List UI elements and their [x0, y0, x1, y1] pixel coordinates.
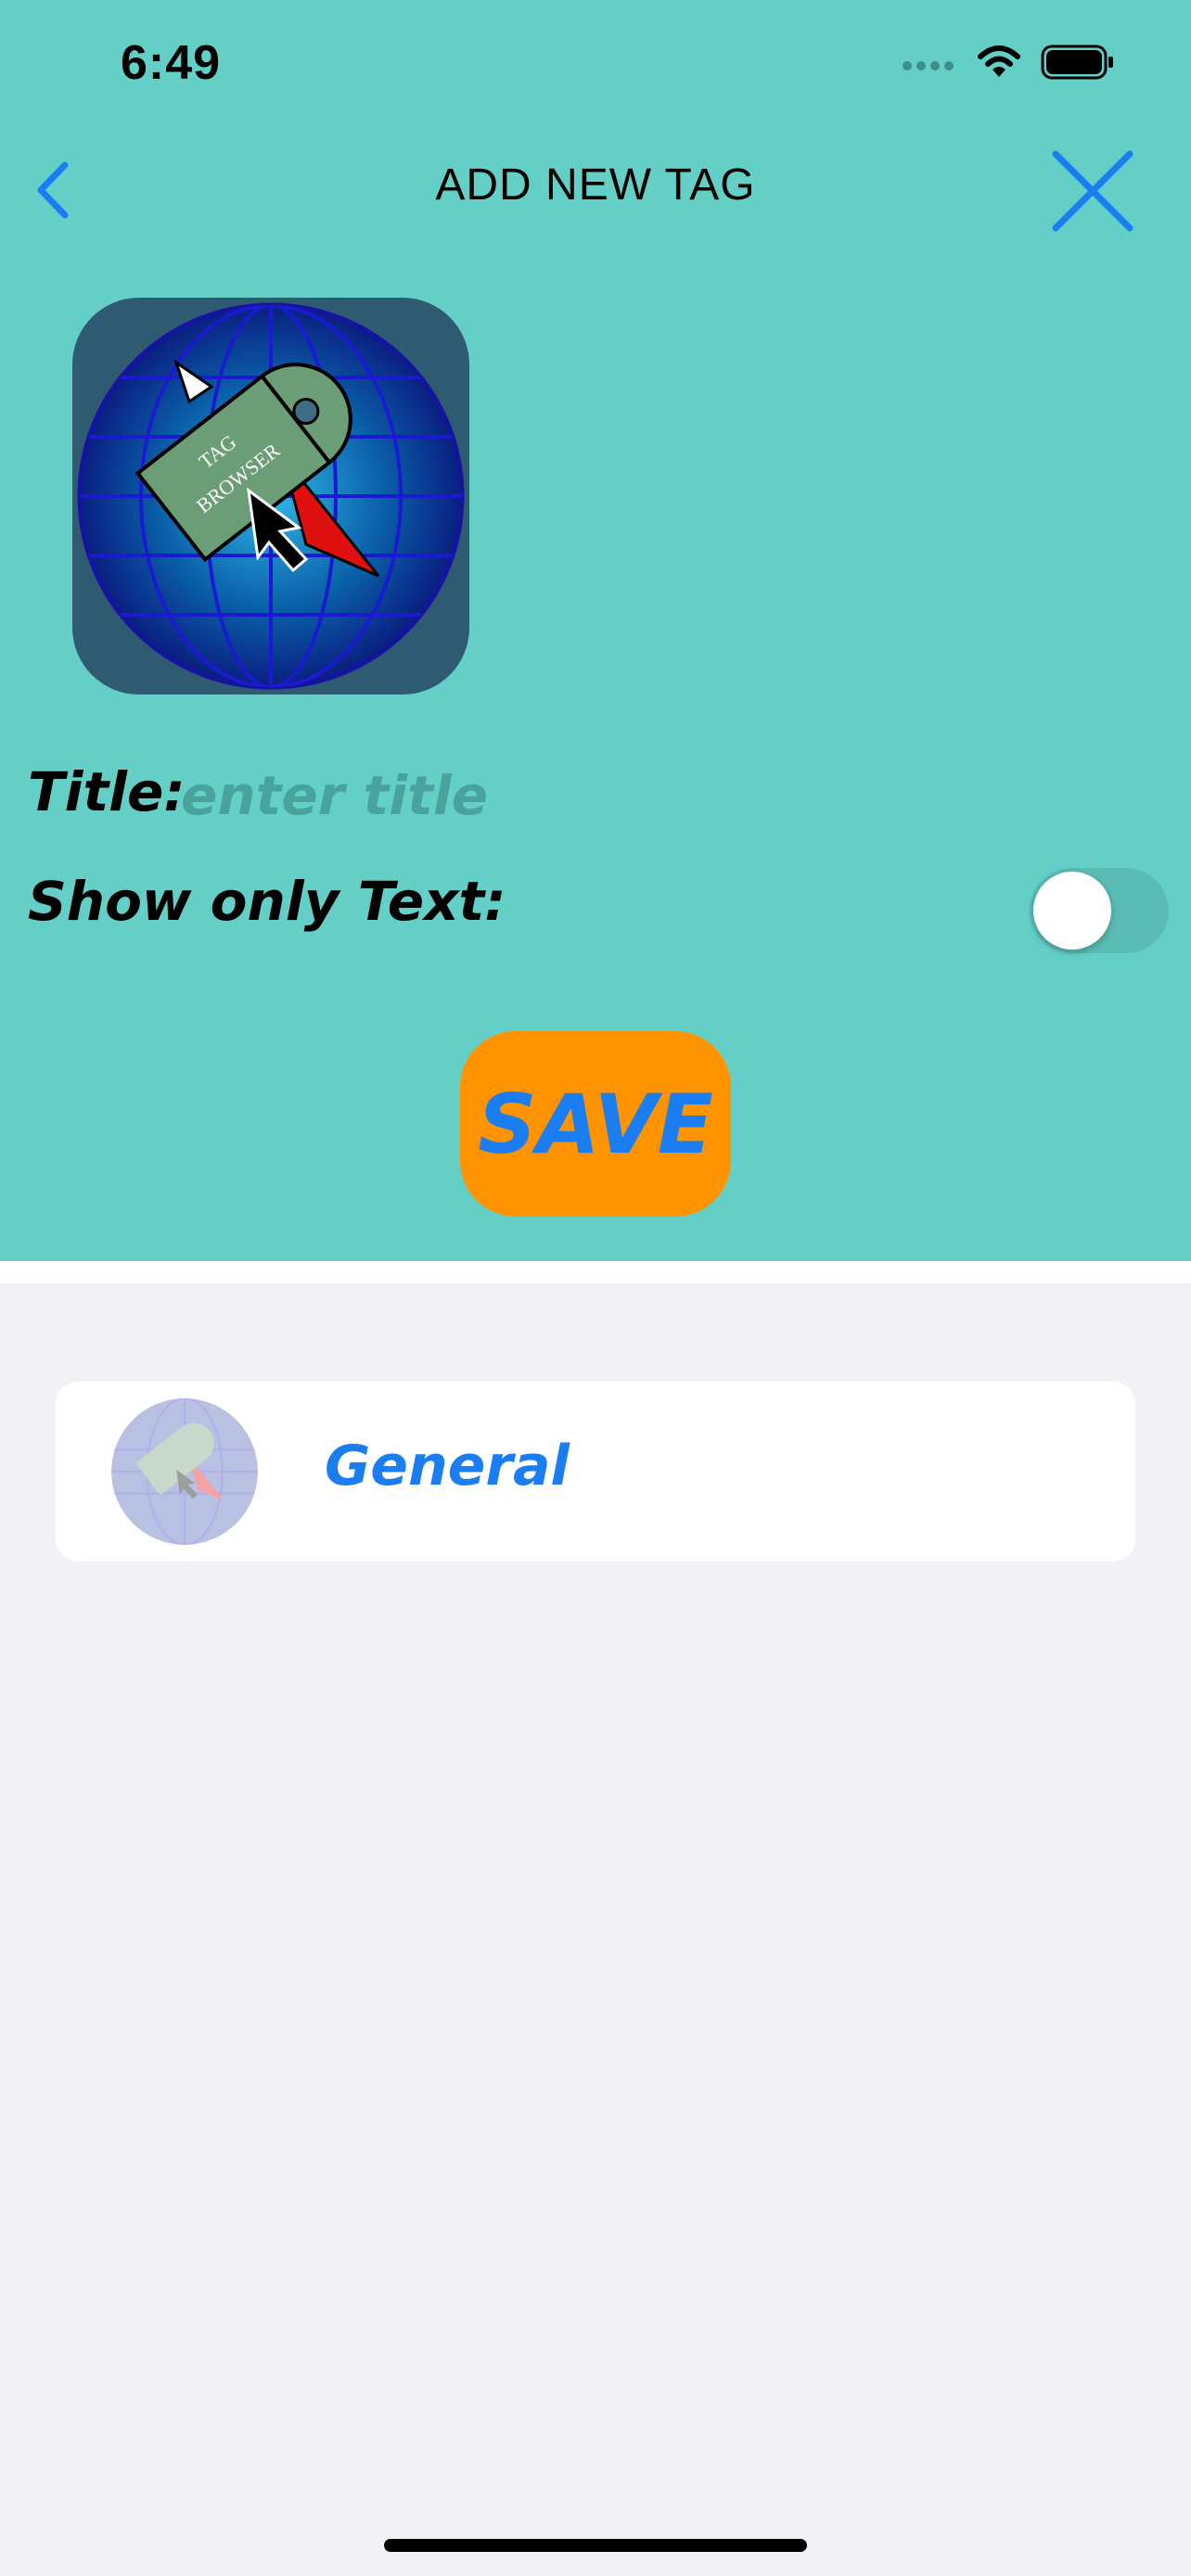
battery-icon	[1041, 45, 1113, 80]
title-label: Title:	[28, 760, 186, 823]
tag-image-button[interactable]: TAG BROWSER	[72, 298, 469, 695]
wifi-icon	[978, 45, 1020, 77]
tag-browser-logo: TAG BROWSER	[77, 302, 465, 690]
status-time: 6:49	[121, 36, 222, 90]
show-only-text-label: Show only Text:	[28, 870, 506, 933]
page-title: ADD NEW TAG	[435, 160, 756, 210]
show-only-text-toggle[interactable]	[1030, 868, 1169, 953]
toggle-knob	[1033, 872, 1111, 950]
home-indicator[interactable]	[384, 2539, 807, 2552]
cellular-icon	[903, 61, 954, 70]
divider	[0, 1261, 1191, 1283]
status-icons	[902, 45, 1115, 80]
save-button[interactable]: SAVE	[460, 1031, 731, 1217]
tag-browser-icon	[111, 1398, 258, 1545]
list-item[interactable]: General	[56, 1382, 1135, 1562]
tag-name: General	[325, 1434, 570, 1498]
close-icon[interactable]	[1050, 148, 1135, 234]
title-input[interactable]	[181, 759, 1016, 833]
